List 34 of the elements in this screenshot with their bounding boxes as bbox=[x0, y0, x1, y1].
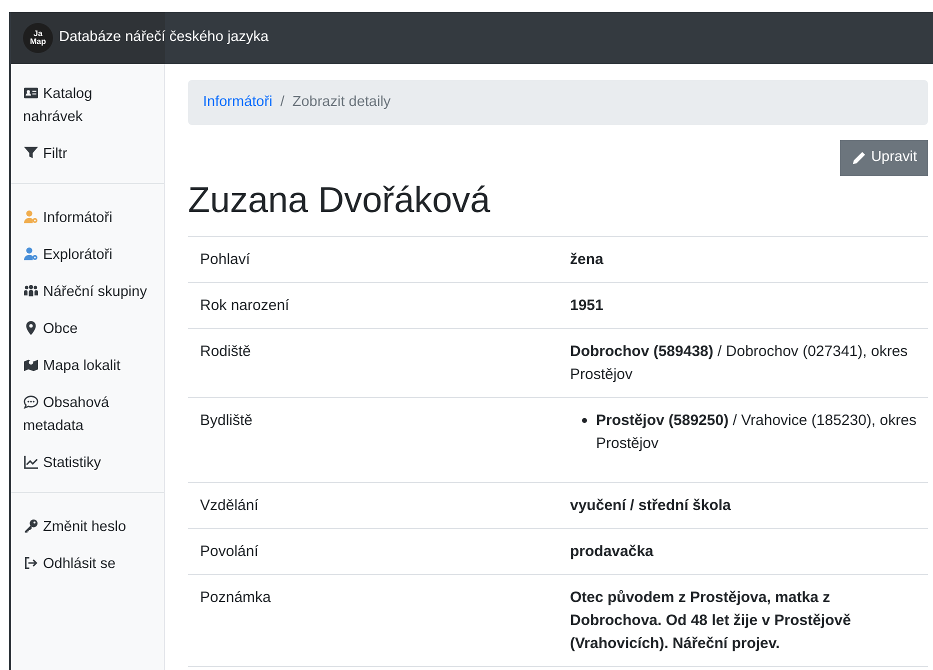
sidebar-item[interactable]: Nářeční skupiny bbox=[11, 274, 164, 311]
sidebar-item[interactable]: Obsahová metadata bbox=[11, 385, 164, 445]
sidebar-item[interactable]: Explorátoři bbox=[11, 237, 164, 274]
field-label: Povolání bbox=[199, 542, 260, 562]
field-label: Pohlaví bbox=[199, 250, 252, 270]
sidebar-item[interactable]: Statistiky bbox=[11, 445, 164, 482]
sidebar-item[interactable]: Katalog nahrávek bbox=[11, 76, 164, 136]
logo-icon: Ja Map bbox=[23, 23, 53, 53]
sidebar-item[interactable]: Obce bbox=[11, 311, 164, 348]
sidebar-item[interactable]: Filtr bbox=[11, 136, 164, 173]
field-label: Rok narození bbox=[199, 296, 290, 316]
field-label: Bydliště bbox=[199, 411, 254, 431]
field-value: Otec původem z Prostějova, matka z Dobrochova. Od 48 let žije v Prostějově (Vrahovicích). Nářeční projev. bbox=[570, 588, 852, 654]
field-value: žena bbox=[570, 250, 604, 270]
edit-button[interactable]: Upravit bbox=[840, 140, 928, 176]
person-name-heading: Zuzana Dvořáková bbox=[188, 178, 492, 222]
field-label: Vzdělání bbox=[199, 496, 260, 516]
app-title[interactable]: Databáze nářečí českého jazyka bbox=[59, 27, 269, 49]
pencil-icon bbox=[851, 150, 866, 166]
field-value: Dobrochov (589438) / Dobrochov (027341), okres Prostějov bbox=[570, 342, 909, 385]
bullet-icon bbox=[582, 418, 587, 423]
sidebar-item[interactable]: Informátoři bbox=[11, 200, 164, 237]
field-value: 1951 bbox=[570, 296, 604, 316]
field-value: vyučení / střední škola bbox=[570, 496, 732, 516]
sidebar-item[interactable]: Změnit heslo bbox=[11, 509, 164, 546]
field-value: prodavačka bbox=[570, 542, 654, 562]
breadcrumb-current: Zobrazit detaily bbox=[292, 92, 391, 112]
sidebar-item[interactable]: Odhlásit se bbox=[11, 546, 164, 583]
field-value: Prostějov (589250) / Vrahovice (185230), okres Prostějov bbox=[596, 411, 918, 454]
breadcrumb-separator: / bbox=[279, 92, 286, 112]
sidebar-item[interactable]: Mapa lokalit bbox=[11, 348, 164, 385]
breadcrumb-link[interactable]: Informátoři bbox=[203, 92, 272, 114]
field-label: Rodiště bbox=[199, 342, 252, 362]
field-label: Poznámka bbox=[199, 588, 272, 608]
